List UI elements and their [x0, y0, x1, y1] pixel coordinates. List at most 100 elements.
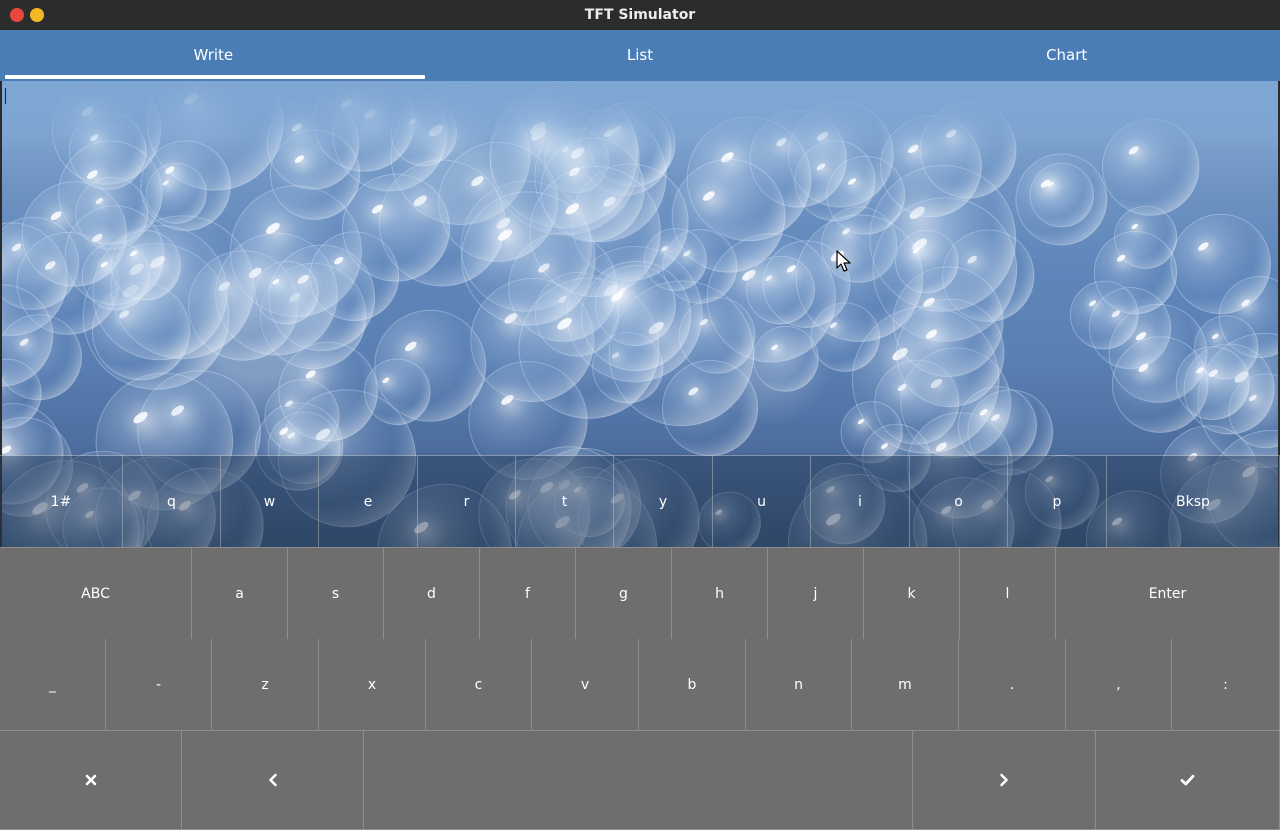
key-symbols[interactable]: 1# — [0, 456, 123, 548]
key-label: q — [167, 493, 176, 510]
key-y[interactable]: y — [614, 456, 713, 548]
key-label: i — [858, 493, 862, 510]
window-close-button[interactable] — [10, 8, 24, 22]
tab-label: Chart — [1046, 45, 1088, 64]
key-h[interactable]: h — [672, 548, 768, 640]
key-label: w — [263, 493, 276, 510]
key-label: o — [954, 493, 963, 510]
chevron-left-icon — [268, 773, 277, 787]
key-t[interactable]: t — [516, 456, 614, 548]
key-u[interactable]: u — [713, 456, 811, 548]
key-x[interactable]: x — [319, 639, 426, 731]
key-n[interactable]: n — [746, 639, 852, 731]
key-label: - — [155, 676, 162, 693]
key-label: j — [813, 585, 818, 602]
key-c[interactable]: c — [426, 639, 532, 731]
key-label: f — [525, 585, 530, 602]
key-f[interactable]: f — [480, 548, 576, 640]
chevron-right-icon — [1000, 773, 1008, 787]
key-q[interactable]: q — [123, 456, 221, 548]
text-area[interactable] — [2, 81, 1278, 453]
key-label: p — [1052, 493, 1062, 510]
key-m[interactable]: m — [852, 639, 959, 731]
key-z[interactable]: z — [212, 639, 319, 731]
key-colon[interactable]: : — [1172, 639, 1280, 731]
keyboard-row-3: _ - z x c v b n m . , : — [0, 639, 1280, 731]
title-bar: TFT Simulator — [0, 0, 1280, 30]
key-backspace[interactable]: Bksp — [1107, 456, 1280, 548]
key-k[interactable]: k — [864, 548, 960, 640]
key-b[interactable]: b — [639, 639, 746, 731]
key-label: 1# — [50, 493, 72, 510]
keyboard-row-4 — [0, 731, 1280, 830]
key-label: v — [580, 676, 590, 693]
key-r[interactable]: r — [418, 456, 516, 548]
key-label: s — [331, 585, 340, 602]
key-l[interactable]: l — [960, 548, 1056, 640]
key-underscore[interactable]: _ — [0, 639, 106, 731]
key-a[interactable]: a — [192, 548, 288, 640]
key-label: n — [794, 676, 803, 693]
key-e[interactable]: e — [319, 456, 418, 548]
key-label: h — [715, 585, 724, 602]
key-period[interactable]: . — [959, 639, 1066, 731]
key-p[interactable]: p — [1008, 456, 1107, 548]
key-label: . — [1009, 676, 1015, 693]
key-label: , — [1116, 676, 1121, 693]
key-hyphen[interactable]: - — [106, 639, 212, 731]
key-label: d — [427, 585, 436, 602]
key-label: ABC — [81, 585, 110, 602]
tab-bar: Write List Chart — [0, 30, 1280, 81]
key-label: : — [1223, 676, 1228, 693]
key-label: Bksp — [1176, 493, 1210, 510]
key-v[interactable]: v — [532, 639, 639, 731]
key-label: b — [687, 676, 697, 693]
key-label: y — [658, 493, 668, 510]
keyboard-row-2: ABC a s d f g h j k l Enter — [0, 547, 1280, 640]
key-close[interactable] — [0, 731, 182, 830]
tab-list[interactable]: List — [427, 30, 854, 81]
key-ok[interactable] — [1096, 731, 1280, 830]
check-icon — [1180, 774, 1195, 786]
key-label: g — [619, 585, 628, 602]
window-title: TFT Simulator — [584, 7, 696, 23]
key-label: Enter — [1148, 585, 1187, 602]
app-window: TFT Simulator Write List Chart 1# q w e … — [0, 0, 1280, 830]
on-screen-keyboard: 1# q w e r t y u i o p Bksp ABC a s d f … — [0, 455, 1280, 830]
key-label: x — [367, 676, 377, 693]
key-enter[interactable]: Enter — [1056, 548, 1280, 640]
key-i[interactable]: i — [811, 456, 910, 548]
key-label: k — [907, 585, 916, 602]
active-tab-indicator — [5, 75, 425, 79]
key-label: _ — [49, 676, 56, 693]
key-w[interactable]: w — [221, 456, 319, 548]
key-o[interactable]: o — [910, 456, 1008, 548]
key-cursor-right[interactable] — [913, 731, 1096, 830]
key-label: z — [261, 676, 269, 693]
key-label: u — [757, 493, 766, 510]
key-g[interactable]: g — [576, 548, 672, 640]
key-d[interactable]: d — [384, 548, 480, 640]
mouse-pointer-icon — [836, 250, 851, 272]
tab-label: List — [626, 45, 654, 64]
keyboard-row-1: 1# q w e r t y u i o p Bksp — [0, 455, 1280, 548]
key-comma[interactable]: , — [1066, 639, 1172, 731]
close-icon — [85, 774, 96, 786]
text-caret — [5, 88, 6, 104]
key-label: e — [363, 493, 373, 510]
key-space[interactable] — [364, 731, 913, 830]
key-label: c — [474, 676, 483, 693]
key-j[interactable]: j — [768, 548, 864, 640]
key-label: a — [235, 585, 244, 602]
key-label: l — [1005, 585, 1010, 602]
key-label: r — [463, 493, 470, 510]
tab-chart[interactable]: Chart — [853, 30, 1280, 81]
key-label: t — [561, 493, 568, 510]
key-abc[interactable]: ABC — [0, 548, 192, 640]
tab-write[interactable]: Write — [0, 30, 427, 81]
key-label: m — [898, 676, 912, 693]
key-s[interactable]: s — [288, 548, 384, 640]
window-minimize-button[interactable] — [30, 8, 44, 22]
key-cursor-left[interactable] — [182, 731, 364, 830]
tab-label: Write — [193, 45, 234, 64]
